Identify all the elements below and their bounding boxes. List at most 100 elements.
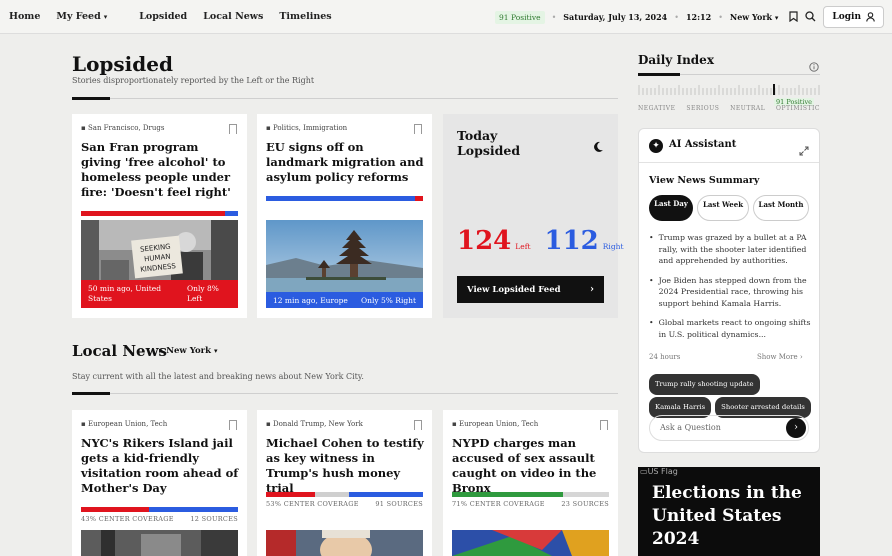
chevron-down-icon: ▾ — [103, 13, 108, 21]
tab-last-week[interactable]: Last Week — [697, 195, 749, 221]
card-tags-text: Politics, Immigration — [272, 124, 348, 132]
view-lopsided-feed-label: View Lopsided Feed — [467, 284, 561, 295]
card-tags-text: European Union, Tech — [458, 420, 539, 428]
lopsided-overlay: 50 min ago, United States Only 8% Left — [81, 280, 238, 308]
chevron-right-icon: › — [590, 284, 594, 295]
send-button[interactable]: › — [786, 418, 806, 438]
story-image[interactable]: 12 min ago, Europe Only 5% Right — [266, 220, 423, 308]
login-button[interactable]: Login — [823, 6, 884, 28]
nav-my-feed[interactable]: My Feed ▾ — [56, 11, 123, 22]
nav-local-news[interactable]: Local News — [203, 11, 263, 22]
section-underline — [638, 73, 680, 76]
sources-count: 12 SOURCES — [190, 515, 238, 523]
coverage-bar-left — [266, 492, 315, 497]
bias-bar-right — [225, 211, 238, 216]
summary-item: • Trump was grazed by a bullet at a PA ra… — [649, 232, 814, 267]
city-label: New York — [729, 12, 773, 22]
card-headline[interactable]: EU signs off on landmark migration and a… — [266, 140, 426, 185]
city-selector[interactable]: New York ▾ — [730, 12, 779, 22]
search-icon[interactable] — [805, 10, 816, 24]
story-image[interactable]: SEEKING HUMAN KINDNESS 50 min ago, Unite… — [81, 220, 238, 308]
daily-index-title: Daily Index — [638, 53, 714, 67]
section-underline — [72, 392, 110, 395]
divider: • — [551, 12, 557, 22]
local-card-1[interactable]: ▪ European Union, Tech NYC's Rikers Isla… — [72, 410, 247, 556]
divider: • — [718, 12, 723, 22]
coverage-text: 43% CENTER COVERAGE — [81, 515, 174, 523]
positive-badge[interactable]: 91 Positive — [495, 10, 545, 24]
overlay-time: 12 min ago, Europe — [273, 296, 348, 305]
card-headline[interactable]: NYPD charges man accused of sex assault … — [452, 436, 612, 496]
elections-title: Elections in the United States 2024 — [652, 483, 802, 549]
left-label: Left — [515, 242, 531, 251]
bias-bar — [266, 196, 423, 201]
lopsided-card-2[interactable]: ▪ Politics, Immigration EU signs off on … — [257, 114, 432, 318]
bookmark-icon[interactable] — [229, 420, 237, 430]
divider — [639, 162, 819, 163]
sentiment-scale-labels: NEGATIVE SERIOUS NEUTRAL OPTIMISTIC — [638, 105, 820, 112]
nav-my-feed-label: My Feed — [56, 11, 101, 22]
story-image[interactable] — [266, 530, 423, 556]
local-card-3[interactable]: ▪ European Union, Tech NYPD charges man … — [443, 410, 618, 556]
lopsided-card-1[interactable]: ▪ San Francisco, Drugs San Fran program … — [72, 114, 247, 318]
bookmark-icon[interactable] — [229, 124, 237, 134]
login-label: Login — [832, 12, 861, 22]
card-headline[interactable]: San Fran program giving 'free alcohol' t… — [81, 140, 241, 200]
sentiment-scale — [638, 85, 820, 95]
story-image[interactable] — [452, 530, 609, 556]
coverage-bar — [266, 492, 423, 497]
today-title-line1: Today — [457, 128, 498, 143]
show-more-link[interactable]: Show More › — [757, 353, 803, 361]
summary-text: Joe Biden has stepped down from the 2024… — [658, 275, 807, 308]
nav-home[interactable]: Home — [9, 11, 40, 22]
bookmark-icon[interactable] — [414, 420, 422, 430]
scale-label: OPTIMISTIC — [776, 105, 820, 112]
tab-last-day[interactable]: Last Day — [649, 195, 693, 221]
tab-last-month[interactable]: Last Month — [753, 195, 809, 221]
suggestion-chip[interactable]: Trump rally shooting update — [649, 374, 760, 395]
coverage-bar-right — [563, 492, 609, 497]
today-lopsided-panel: Today Lopsided 124 Left 112 Right View L… — [443, 114, 623, 318]
overlay-bias: Only 5% Right — [361, 296, 416, 305]
summary-age: 24 hours — [649, 353, 681, 361]
sources-count: 91 SOURCES — [375, 500, 423, 508]
bookmark-icon[interactable] — [789, 10, 799, 24]
overlay-bias: Only 8% Left — [187, 284, 219, 303]
elections-promo[interactable]: ▭US Flag Elections in the United States … — [638, 467, 820, 556]
card-headline[interactable]: NYC's Rikers Island jail gets a kid-frie… — [81, 436, 241, 496]
flag-image-alt-text: US Flag — [647, 467, 678, 476]
flag-image-alt: ▭US Flag — [640, 467, 678, 476]
bias-bar-left — [266, 196, 416, 201]
expand-icon[interactable] — [799, 141, 809, 160]
show-more-label: Show More — [757, 353, 798, 361]
nav-lopsided[interactable]: Lopsided — [139, 11, 187, 22]
nav-timelines[interactable]: Timelines — [279, 11, 331, 22]
card-headline[interactable]: Michael Cohen to testify as key witness … — [266, 436, 426, 496]
suggestion-chips: Trump rally shooting update Kamala Harri… — [649, 372, 819, 418]
coverage-bar — [81, 507, 238, 512]
user-icon — [866, 12, 875, 22]
chevron-down-icon: ▾ — [214, 346, 218, 355]
bias-bar-right — [415, 196, 423, 201]
time-text: 12:12 — [685, 12, 712, 22]
main-nav: Home My Feed ▾ Lopsided Local News Timeli… — [0, 11, 348, 22]
ask-question-field[interactable]: Ask a Question › — [649, 415, 809, 441]
view-lopsided-feed-button[interactable]: View Lopsided Feed › — [457, 276, 604, 303]
bookmark-icon[interactable] — [600, 420, 608, 430]
story-image[interactable] — [81, 530, 238, 556]
scale-label: NEGATIVE — [638, 105, 676, 112]
bookmark-icon[interactable] — [414, 124, 422, 134]
card-tags: ▪ European Union, Tech — [81, 420, 168, 428]
coverage-info: 71% CENTER COVERAGE 23 SOURCES — [452, 500, 609, 508]
coverage-text: 53% CENTER COVERAGE — [266, 500, 359, 508]
summary-text: Global markets react to ongoing shifts i… — [658, 318, 811, 339]
status-area: 91 Positive • Saturday, July 13, 2024 • … — [495, 0, 884, 34]
bullet: • — [649, 233, 654, 242]
scale-label: NEUTRAL — [730, 105, 766, 112]
local-card-2[interactable]: ▪ Donald Trump, New York Michael Cohen t… — [257, 410, 432, 556]
card-tags: ▪ San Francisco, Drugs — [81, 124, 165, 132]
coverage-info: 43% CENTER COVERAGE 12 SOURCES — [81, 515, 238, 523]
bullet: • — [649, 275, 654, 285]
local-city-selector[interactable]: ▸ New York ▾ — [159, 346, 218, 356]
tab-label: Last Month — [758, 200, 804, 209]
